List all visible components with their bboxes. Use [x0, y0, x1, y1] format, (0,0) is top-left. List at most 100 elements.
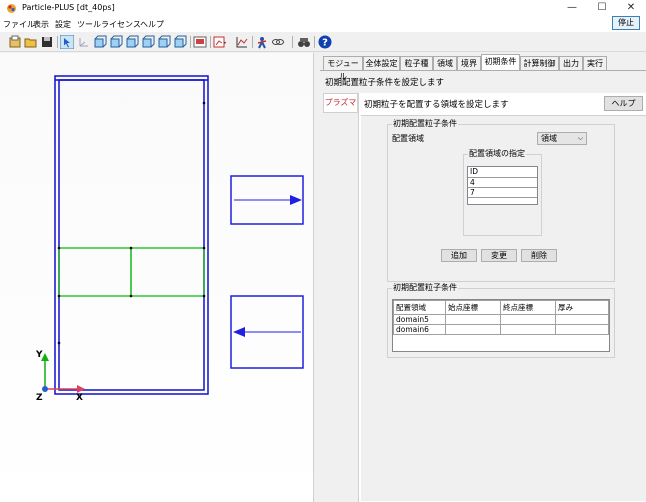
delete-button[interactable]: 削除: [521, 249, 557, 262]
view-bottom-icon[interactable]: [173, 35, 187, 49]
menu-bar: ファイル 表示 設定 ツール ライセンス ヘルプ: [0, 17, 646, 32]
menu-settings[interactable]: 設定: [55, 19, 71, 30]
minimize-icon[interactable]: —: [558, 0, 586, 17]
help-icon[interactable]: ?: [318, 35, 332, 49]
help-button[interactable]: ヘルプ: [604, 96, 643, 111]
list-item[interactable]: 4: [468, 178, 537, 188]
run-icon[interactable]: [255, 35, 269, 49]
change-button[interactable]: 変更: [481, 249, 517, 262]
geometry-view[interactable]: Y X Z: [0, 53, 313, 502]
tab-boundary[interactable]: 境界: [457, 56, 481, 70]
vertex-point: [129, 246, 133, 250]
region-id-list[interactable]: ID 4 7: [467, 166, 538, 205]
tab-calc-control[interactable]: 計算制御: [520, 56, 559, 70]
column-header[interactable]: 配置領域: [393, 300, 446, 315]
table-cell[interactable]: [555, 324, 609, 335]
panel-splitter[interactable]: [313, 53, 320, 502]
region-select-value: 領域: [541, 134, 557, 143]
group-title: 初期配置粒子条件: [392, 283, 458, 293]
view-back-icon[interactable]: [109, 35, 123, 49]
view-left-icon[interactable]: [125, 35, 139, 49]
toolbar-separator: [210, 36, 211, 48]
add-button[interactable]: 追加: [441, 249, 477, 262]
new-icon[interactable]: [8, 35, 22, 49]
screenshot-icon[interactable]: [193, 35, 207, 49]
z-axis-label: Z: [36, 393, 43, 403]
initial-particle-group: 初期配置粒子条件 配置領域 領域 ⌵ 配置領域の指定 ID 4 7 追加 変更 …: [387, 119, 615, 282]
group-title: 初期配置粒子条件: [392, 119, 458, 129]
open-icon[interactable]: [24, 35, 38, 49]
subpanel-content: 初期配置粒子条件 配置領域 領域 ⌵ 配置領域の指定 ID 4 7 追加 変更 …: [361, 115, 646, 501]
region-label: 配置領域: [392, 134, 424, 143]
table-cell[interactable]: [445, 314, 501, 325]
z-axis-dot-icon: [42, 386, 48, 392]
menu-file[interactable]: ファイル: [3, 19, 35, 30]
outer-region-outline: [54, 75, 209, 395]
tab-particle-species[interactable]: 粒子種: [400, 56, 433, 70]
table-header-row: 配置領域 始点座標 終点座標 厚み: [393, 300, 609, 315]
view-right-icon[interactable]: [141, 35, 155, 49]
toolbar-separator: [252, 36, 253, 48]
group-title: 配置領域の指定: [468, 149, 526, 159]
initial-particle-table[interactable]: 配置領域 始点座標 終点座標 厚み domain5 domain6: [392, 299, 610, 352]
menu-help[interactable]: ヘルプ: [140, 19, 164, 30]
list-item[interactable]: 7: [468, 188, 537, 198]
domain-green-right: [130, 247, 205, 297]
tab-global-settings[interactable]: 全体設定: [363, 56, 400, 70]
column-header[interactable]: 始点座標: [445, 300, 501, 315]
table-cell[interactable]: [445, 324, 501, 335]
vertex-point: [129, 294, 133, 298]
tab-content: 初期配置粒子条件を設定します プラズマ 初期粒子を配置する領域を設定します ヘル…: [320, 70, 646, 502]
stop-button[interactable]: 停止: [612, 16, 640, 30]
domain-green-left: [58, 247, 132, 297]
viewport-canvas[interactable]: Y X Z: [0, 53, 313, 502]
region-select[interactable]: 領域 ⌵: [537, 132, 587, 145]
table-cell[interactable]: domain5: [393, 314, 446, 325]
chart-icon[interactable]: [213, 35, 227, 49]
vertex-point: [57, 294, 61, 298]
subpanel-description: 初期粒子を配置する領域を設定します: [364, 100, 509, 110]
graph-icon[interactable]: [235, 35, 249, 49]
chevron-down-icon: ⌵: [577, 134, 583, 142]
menu-view[interactable]: 表示: [33, 19, 49, 30]
view-front-icon[interactable]: [93, 35, 107, 49]
view-top-icon[interactable]: [157, 35, 171, 49]
tab-module[interactable]: モジュール: [323, 56, 363, 81]
x-axis-arrow-icon: [77, 385, 85, 393]
title-bar: Particle-PLUS [dt_40ps] — ☐ ✕: [0, 0, 646, 17]
tab-initial-conditions[interactable]: 初期条件: [481, 54, 520, 70]
axis-icon[interactable]: [77, 35, 91, 49]
save-icon[interactable]: [40, 35, 54, 49]
arrow-left-icon: [233, 327, 245, 337]
plasma-subpanel: 初期粒子を配置する領域を設定します ヘルプ 初期配置粒子条件 配置領域 領域 ⌵…: [358, 93, 646, 502]
binocular-icon[interactable]: [297, 35, 311, 49]
y-axis-label: Y: [35, 350, 43, 360]
app-logo-icon: [7, 4, 16, 13]
close-icon[interactable]: ✕: [617, 0, 645, 17]
tab-region[interactable]: 領域: [433, 56, 457, 70]
tab-run[interactable]: 実行: [583, 56, 607, 70]
vertex-point: [202, 246, 206, 250]
toolbar-separator: [292, 36, 293, 48]
vertex-point: [202, 294, 206, 298]
table-row[interactable]: domain6: [393, 324, 609, 335]
column-header[interactable]: 終点座標: [500, 300, 556, 315]
x-axis-label: X: [76, 393, 83, 403]
table-cell[interactable]: [500, 324, 556, 335]
menu-license[interactable]: ライセンス: [101, 19, 141, 30]
toolbar-separator: [314, 36, 315, 48]
vertex-point: [57, 341, 61, 345]
select-icon[interactable]: [60, 35, 74, 49]
subtab-plasma[interactable]: プラズマ: [323, 93, 358, 113]
column-header[interactable]: 厚み: [555, 300, 609, 315]
tab-output[interactable]: 出力: [559, 56, 583, 70]
link-icon[interactable]: [271, 35, 285, 49]
table-cell[interactable]: [555, 314, 609, 325]
settings-panel: モジュール 全体設定 粒子種 領域 境界 初期条件 計算制御 出力 実行 初期配…: [320, 53, 646, 502]
table-cell[interactable]: [500, 314, 556, 325]
table-row[interactable]: domain5: [393, 314, 609, 325]
table-cell[interactable]: domain6: [393, 324, 446, 335]
menu-tools[interactable]: ツール: [77, 19, 101, 30]
maximize-icon[interactable]: ☐: [588, 0, 616, 17]
initial-particle-table-group: 初期配置粒子条件 配置領域 始点座標 終点座標 厚み domain5 domai…: [387, 283, 615, 358]
